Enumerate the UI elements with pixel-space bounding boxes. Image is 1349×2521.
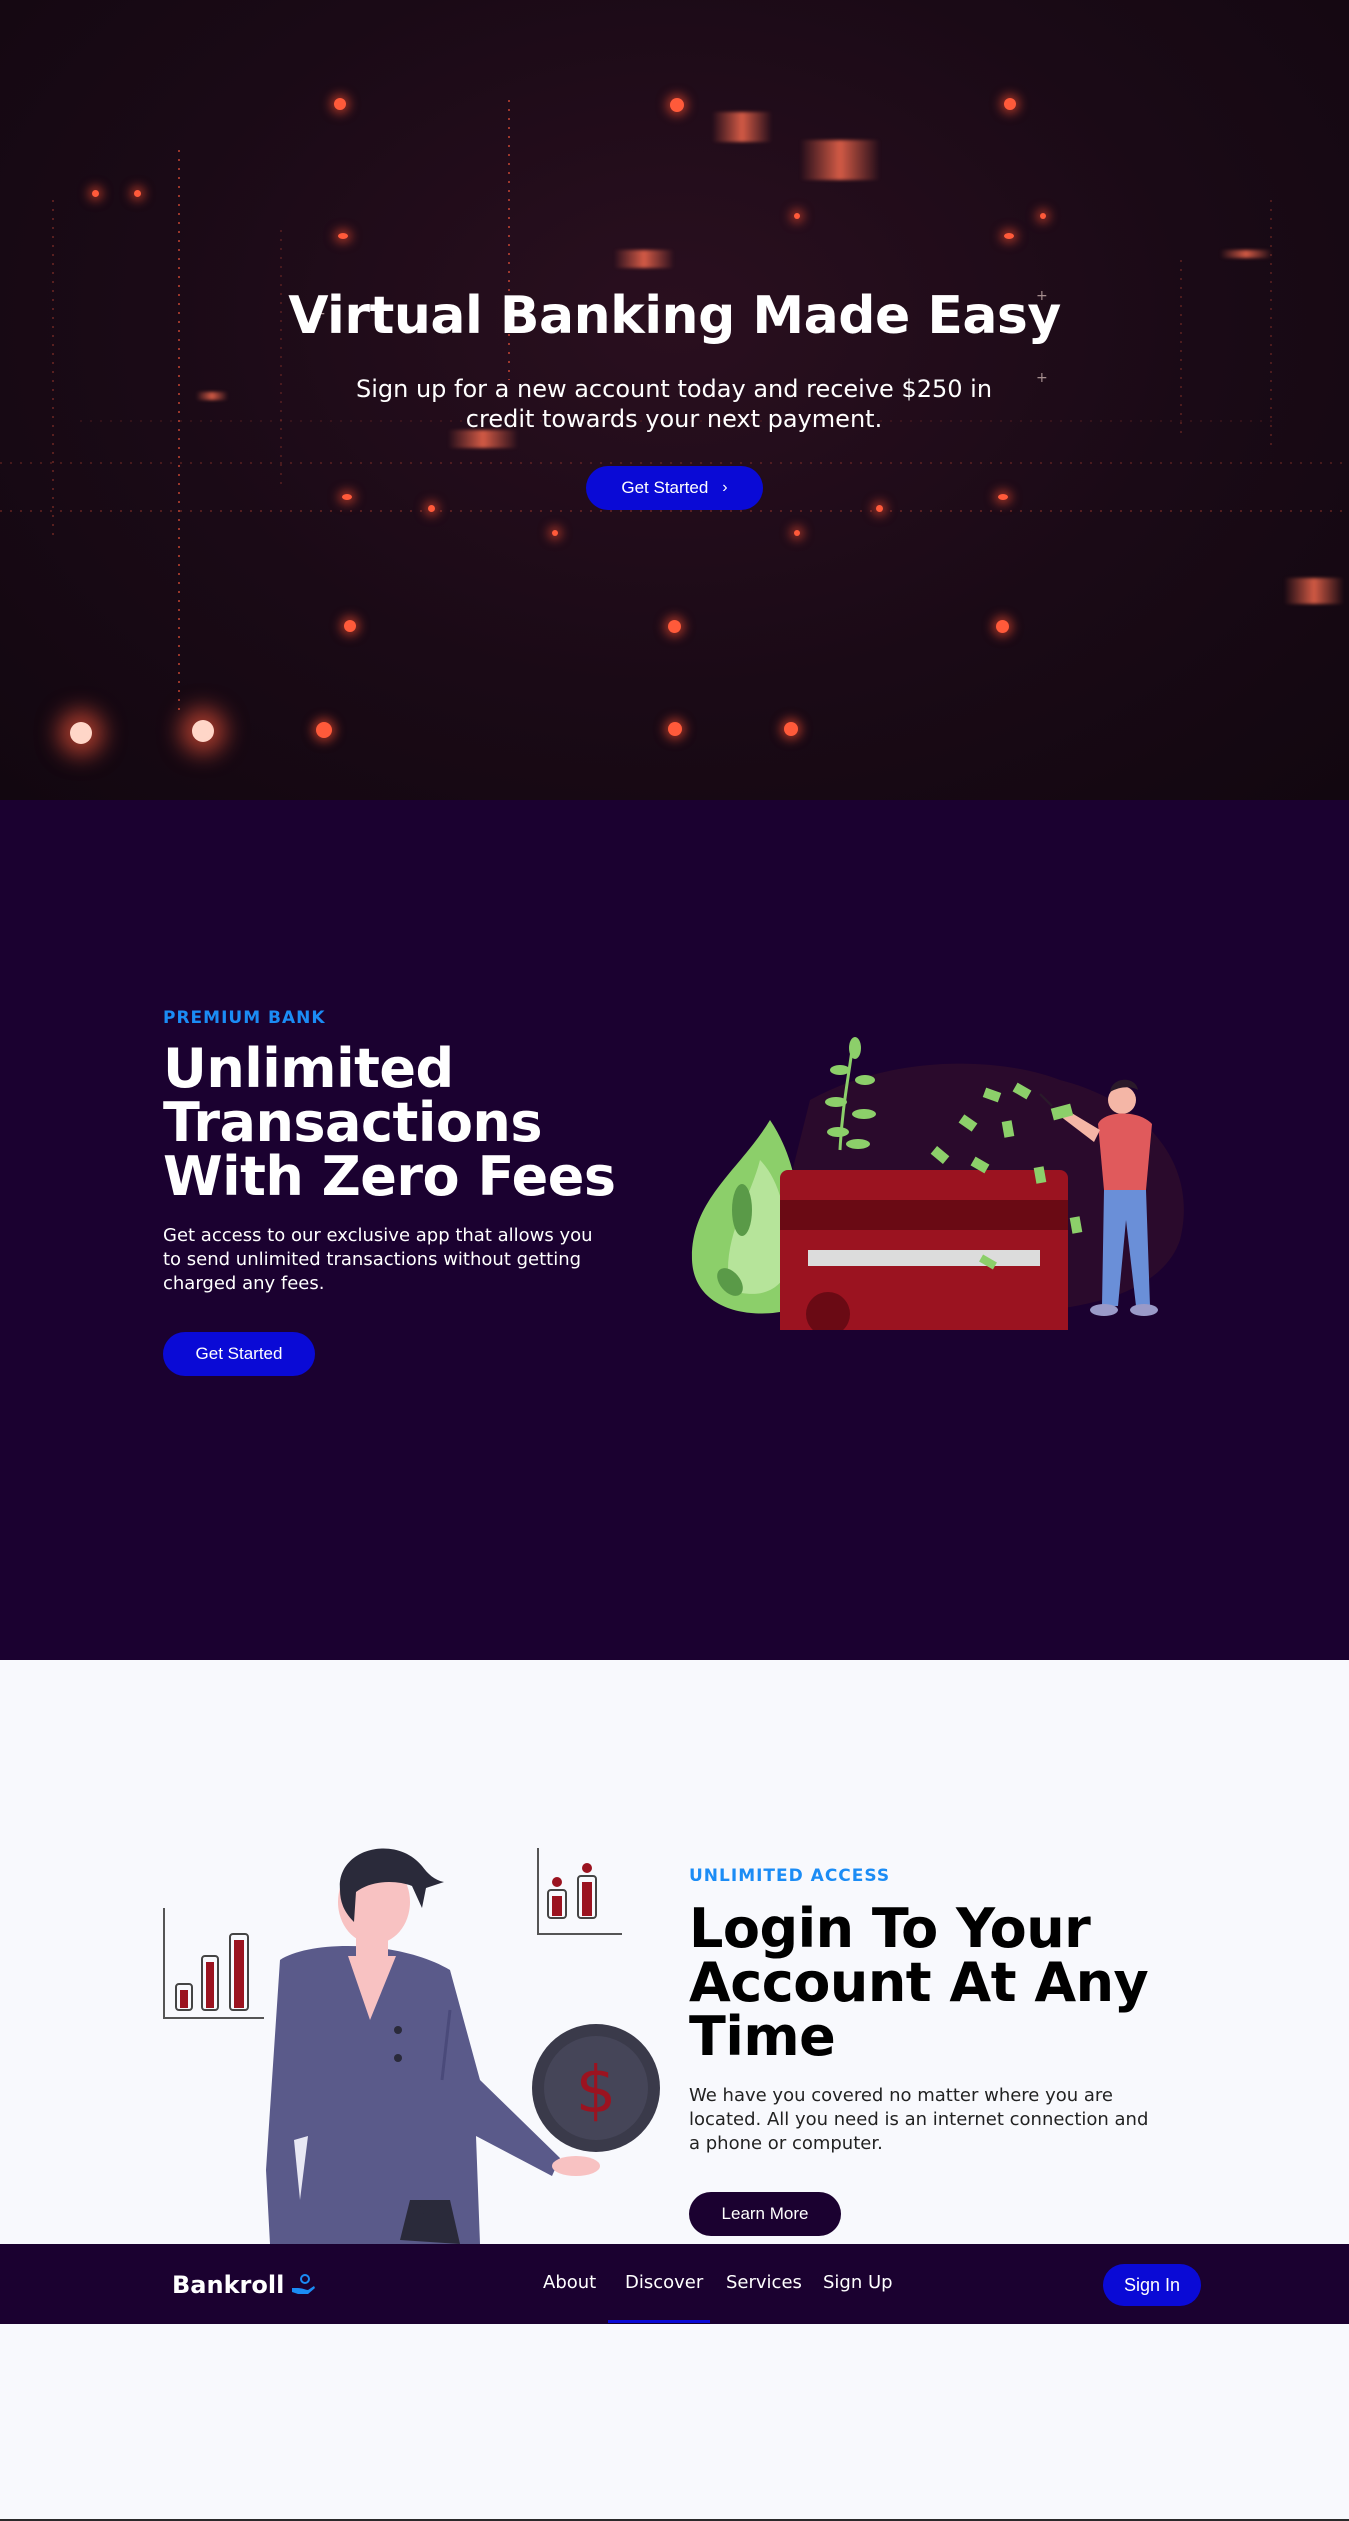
hero-title: Virtual Banking Made Easy (288, 286, 1061, 346)
logo[interactable]: Bankroll (172, 2271, 316, 2299)
learn-more-label: Learn More (721, 2204, 809, 2223)
hero-section: + + + Virtual Banking Made Easy Sign up … (0, 0, 1349, 800)
hero-get-started-button[interactable]: Get Started › (586, 466, 763, 510)
sign-in-button[interactable]: Sign In (1103, 2264, 1201, 2306)
premium-section: PREMIUM BANK Unlimited Transactions With… (0, 800, 1349, 1660)
person-finance-illustration: $ (163, 1848, 660, 2244)
nav-item-about[interactable]: About (543, 2272, 596, 2293)
premium-description: Get access to our exclusive app that all… (163, 1225, 593, 1294)
access-section: $ UNLIMITED ACCESS Login To Your Account… (0, 1660, 1349, 2521)
logo-text: Bankroll (172, 2271, 285, 2299)
premium-heading: Unlimited Transactions With Zero Fees (163, 1037, 616, 1208)
access-description: We have you covered no matter where you … (689, 2085, 1149, 2154)
learn-more-button[interactable]: Learn More (689, 2192, 841, 2236)
access-heading: Login To Your Account At Any Time (689, 1897, 1149, 2068)
premium-get-started-button[interactable]: Get Started (163, 1332, 315, 1376)
nav-active-indicator (608, 2320, 710, 2323)
nav-item-discover[interactable]: Discover (625, 2272, 703, 2293)
premium-eyebrow: PREMIUM BANK (163, 1008, 326, 1028)
sign-in-label: Sign In (1123, 2274, 1181, 2295)
navbar: Bankroll About Discover Services Sign Up… (0, 2244, 1349, 2324)
svg-text:$: $ (576, 2054, 617, 2128)
credit-card-illustration (691, 1037, 1184, 1330)
premium-get-started-label: Get Started (195, 1344, 283, 1363)
hero-get-started-label: Get Started (621, 478, 709, 497)
nav-item-services[interactable]: Services (726, 2272, 802, 2293)
chevron-right-icon: › (722, 479, 728, 496)
hero-subtitle: Sign up for a new account today and rece… (355, 375, 993, 433)
hand-money-icon (292, 2274, 316, 2294)
nav-item-sign-up[interactable]: Sign Up (823, 2272, 893, 2293)
access-eyebrow: UNLIMITED ACCESS (689, 1866, 891, 1886)
